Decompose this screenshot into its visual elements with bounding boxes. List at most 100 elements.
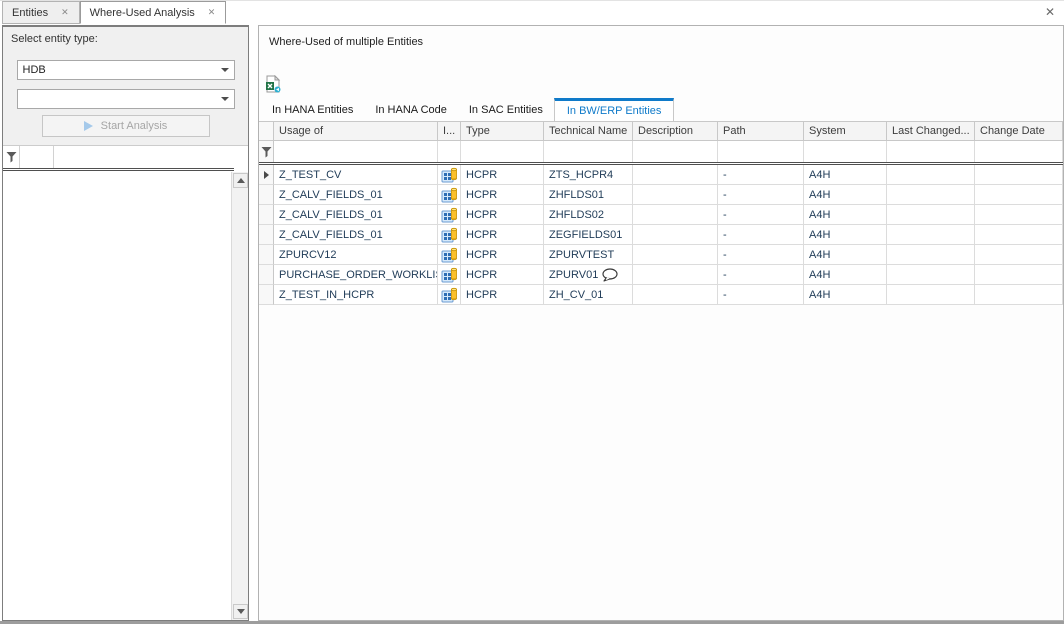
cell-usage-of: Z_TEST_CV — [274, 165, 438, 185]
row-header-cell — [259, 265, 274, 285]
cell-description — [633, 225, 718, 245]
cell-system: A4H — [804, 185, 887, 205]
col-change-date[interactable]: Change Date — [975, 122, 1063, 141]
filter-cell[interactable] — [544, 141, 633, 162]
cell-description — [633, 185, 718, 205]
tab-entities[interactable]: Entities ✕ — [2, 1, 80, 24]
entity-type-dropdown-button[interactable] — [216, 61, 234, 79]
col-path[interactable]: Path — [718, 122, 804, 141]
entity-name-dropdown-button[interactable] — [216, 90, 234, 108]
entity-type-value: HDB — [18, 64, 216, 76]
cell-last-changed — [887, 165, 975, 185]
cell-description — [633, 285, 718, 305]
filter-cell[interactable] — [438, 141, 461, 162]
cell-system: A4H — [804, 205, 887, 225]
table-row[interactable]: Z_CALV_FIELDS_01 HCPR ZHFLDS02 - A4H — [259, 205, 1063, 225]
cell-technical-name: ZHFLDS01 — [544, 185, 633, 205]
composite-provider-icon — [438, 225, 461, 245]
cell-type: HCPR — [461, 225, 544, 245]
entity-name-combobox[interactable] — [17, 89, 235, 109]
start-analysis-button[interactable]: Start Analysis — [42, 115, 210, 137]
table-row[interactable]: ZPURCV12 HCPR ZPURVTEST - A4H — [259, 245, 1063, 265]
cell-technical-name: ZTS_HCPR4 — [544, 165, 633, 185]
tab-entities-label: Entities — [12, 7, 48, 19]
cell-technical-name: ZHFLDS02 — [544, 205, 633, 225]
cell-technical-name: ZPURV01 — [544, 265, 633, 285]
table-row[interactable]: Z_TEST_CV HCPR ZTS_HCPR4 - A4H — [259, 165, 1063, 185]
cell-last-changed — [887, 185, 975, 205]
cell-system: A4H — [804, 265, 887, 285]
tab-where-used-analysis[interactable]: Where-Used Analysis ✕ — [80, 1, 227, 24]
filter-cell[interactable] — [887, 141, 975, 162]
col-type[interactable]: Type — [461, 122, 544, 141]
entity-list-scrollbar[interactable] — [231, 172, 248, 620]
cell-technical-name: ZH_CV_01 — [544, 285, 633, 305]
cell-change-date — [975, 205, 1063, 225]
entity-type-combobox[interactable]: HDB — [17, 60, 235, 80]
filter-cell[interactable] — [19, 146, 54, 168]
composite-provider-icon — [438, 265, 461, 285]
filter-cell[interactable] — [461, 141, 544, 162]
col-system[interactable]: System — [804, 122, 887, 141]
col-icon[interactable]: I... — [438, 122, 461, 141]
row-header-cell — [259, 205, 274, 225]
tab-in-sac-entities[interactable]: In SAC Entities — [458, 98, 554, 121]
close-icon[interactable]: ✕ — [60, 7, 70, 18]
col-usage-of[interactable]: Usage of — [274, 122, 438, 141]
comment-balloon-icon[interactable] — [601, 268, 618, 282]
scroll-down-button[interactable] — [233, 604, 248, 619]
select-entity-type-label: Select entity type: — [3, 27, 248, 45]
close-icon[interactable]: ✕ — [207, 7, 217, 18]
where-used-results-panel: Where-Used of multiple Entities In HANA … — [258, 25, 1064, 621]
scroll-up-button[interactable] — [233, 173, 248, 188]
cell-usage-of: ZPURCV12 — [274, 245, 438, 265]
col-description[interactable]: Description — [633, 122, 718, 141]
cell-type: HCPR — [461, 245, 544, 265]
cell-path: - — [718, 165, 804, 185]
arrow-down-icon — [237, 609, 245, 614]
filter-cell[interactable] — [54, 146, 234, 168]
table-row[interactable]: Z_CALV_FIELDS_01 HCPR ZHFLDS01 - A4H — [259, 185, 1063, 205]
results-title: Where-Used of multiple Entities — [269, 36, 423, 48]
table-row[interactable]: PURCHASE_ORDER_WORKLIST HCPR ZPURV01 - A… — [259, 265, 1063, 285]
panel-close-button[interactable]: ✕ — [1042, 4, 1058, 20]
composite-provider-icon — [438, 245, 461, 265]
row-header-cell — [259, 245, 274, 265]
table-row[interactable]: Z_TEST_IN_HCPR HCPR ZH_CV_01 - A4H — [259, 285, 1063, 305]
col-last-changed[interactable]: Last Changed... — [887, 122, 975, 141]
tab-in-bw-erp-entities[interactable]: In BW/ERP Entities — [554, 98, 675, 121]
cell-usage-of: Z_CALV_FIELDS_01 — [274, 205, 438, 225]
filter-cell[interactable] — [274, 141, 438, 162]
excel-export-icon — [265, 75, 281, 93]
row-header-cell — [259, 285, 274, 305]
cell-last-changed — [887, 285, 975, 305]
composite-provider-icon — [438, 185, 461, 205]
where-used-analysis-window: { "icons": { "close": "✕" }, "colors": {… — [0, 0, 1064, 623]
cell-type: HCPR — [461, 285, 544, 305]
col-technical-name[interactable]: Technical Name — [544, 122, 633, 141]
cell-last-changed — [887, 205, 975, 225]
entity-list-filter-row[interactable] — [3, 146, 234, 168]
cell-description — [633, 205, 718, 225]
filter-cell[interactable] — [804, 141, 887, 162]
row-header-cell — [259, 225, 274, 245]
export-to-excel-button[interactable] — [263, 74, 283, 94]
filter-cell[interactable] — [633, 141, 718, 162]
filter-cell[interactable] — [718, 141, 804, 162]
list-divider — [3, 168, 234, 171]
cell-description — [633, 165, 718, 185]
cell-technical-name: ZPURVTEST — [544, 245, 633, 265]
current-row-indicator — [259, 165, 274, 185]
cell-type: HCPR — [461, 205, 544, 225]
cell-type: HCPR — [461, 265, 544, 285]
cell-path: - — [718, 205, 804, 225]
entity-selection-panel: Select entity type: HDB Start Analysis — [2, 25, 249, 621]
cell-path: - — [718, 285, 804, 305]
table-row[interactable]: Z_CALV_FIELDS_01 HCPR ZEGFIELDS01 - A4H — [259, 225, 1063, 245]
tab-in-hana-code[interactable]: In HANA Code — [364, 98, 458, 121]
cell-usage-of: PURCHASE_ORDER_WORKLIST — [274, 265, 438, 285]
tab-in-hana-entities[interactable]: In HANA Entities — [261, 98, 364, 121]
cell-system: A4H — [804, 245, 887, 265]
filter-cell[interactable] — [975, 141, 1063, 162]
cell-usage-of: Z_CALV_FIELDS_01 — [274, 225, 438, 245]
